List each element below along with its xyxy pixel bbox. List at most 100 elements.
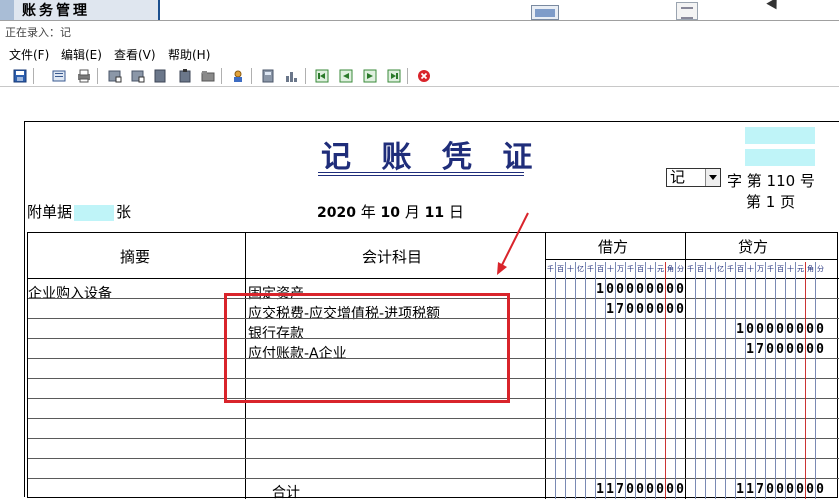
digit-header: 千 — [547, 265, 554, 273]
digit-header: 千 — [587, 265, 594, 273]
digit-header: 十 — [607, 265, 614, 273]
background-app-title: 账务管理 — [22, 3, 90, 19]
credit-amount-digit: 0 — [806, 322, 814, 337]
total-debit-digit: 0 — [666, 482, 674, 497]
user-icon[interactable] — [229, 68, 246, 84]
copy-icon[interactable] — [151, 68, 168, 84]
toolbar-separator — [97, 68, 98, 84]
credit-amount-digit: 0 — [756, 322, 764, 337]
folder-icon[interactable] — [199, 68, 216, 84]
voucher-type-value: 记 — [670, 168, 686, 186]
mouse-cursor-icon — [766, 0, 782, 13]
menu-file[interactable]: 文件(F) — [9, 46, 49, 63]
toolbar-separator — [221, 68, 222, 84]
digit-divider — [805, 262, 806, 499]
attachments-count-field[interactable] — [74, 204, 115, 221]
print-icon[interactable] — [75, 68, 92, 84]
debit-amount-digit: 0 — [646, 302, 654, 317]
delete-row-icon[interactable] — [129, 68, 146, 84]
calculator-icon[interactable] — [259, 68, 276, 84]
total-credit-digit: 7 — [756, 482, 764, 497]
total-debit-digit: 0 — [656, 482, 664, 497]
row-line — [28, 438, 839, 439]
credit-amount-digit: 7 — [756, 342, 764, 357]
total-credit-digit: 1 — [736, 482, 744, 497]
digit-divider — [795, 262, 796, 499]
debit-amount-digit: 0 — [656, 282, 664, 297]
debit-amount-digit: 0 — [666, 302, 674, 317]
digit-header: 十 — [647, 265, 654, 273]
digit-divider — [725, 262, 726, 499]
debit-amount-digit: 0 — [676, 302, 684, 317]
digit-divider — [635, 262, 636, 499]
digit-header: 亿 — [577, 265, 584, 273]
menu-view[interactable]: 查看(V) — [114, 46, 156, 63]
digit-divider — [715, 262, 716, 499]
digit-header: 千 — [767, 265, 774, 273]
credit-header: 贷方 — [738, 238, 769, 256]
date-month[interactable]: 10 — [381, 205, 400, 221]
background-window-thumbnail[interactable] — [531, 5, 559, 20]
date-day[interactable]: 11 — [425, 205, 444, 221]
credit-amount-digit: 1 — [746, 342, 754, 357]
menu-edit[interactable]: 编辑(E) — [61, 46, 102, 63]
header-split-line — [545, 259, 838, 260]
digit-header: 十 — [707, 265, 714, 273]
next-record-icon[interactable] — [361, 68, 378, 84]
digit-header: 元 — [797, 265, 804, 273]
digit-divider — [675, 262, 676, 499]
menu-help[interactable]: 帮助(H) — [168, 46, 210, 63]
digit-header: 百 — [597, 265, 604, 273]
credit-amount-digit: 0 — [766, 322, 774, 337]
date-year[interactable]: 2020 — [317, 205, 356, 221]
debit-amount-digit: 0 — [626, 302, 634, 317]
voucher-window: 正在录入：记 文件(F) 编辑(E) 查看(V) 帮助(H) 记 账 凭 证 记… — [0, 20, 839, 501]
chevron-down-icon[interactable] — [705, 169, 720, 186]
row-line — [28, 458, 839, 459]
credit-amount-digit: 0 — [796, 322, 804, 337]
approval-field[interactable] — [745, 149, 815, 166]
credit-amount-digit: 0 — [816, 322, 824, 337]
save-icon[interactable] — [11, 68, 28, 84]
first-record-icon[interactable] — [313, 68, 330, 84]
close-icon[interactable] — [415, 68, 432, 84]
debit-amount-digit: 0 — [676, 282, 684, 297]
total-credit-digit: 0 — [796, 482, 804, 497]
paste-icon[interactable] — [176, 68, 193, 84]
digit-header: 百 — [637, 265, 644, 273]
background-document-thumbnail[interactable] — [676, 2, 698, 20]
year-unit: 年 — [360, 203, 376, 221]
digit-header: 百 — [697, 265, 704, 273]
preview-icon[interactable] — [50, 68, 67, 84]
insert-row-icon[interactable] — [106, 68, 123, 84]
row-line — [28, 478, 839, 479]
attachments-label: 附单据 — [27, 203, 73, 221]
credit-amount-digit: 0 — [786, 322, 794, 337]
total-debit-digit: 0 — [646, 482, 654, 497]
voucher-title: 记 账 凭 证 — [321, 140, 543, 175]
credit-amount-digit: 0 — [796, 342, 804, 357]
digit-divider — [735, 262, 736, 499]
debit-amount-digit: 7 — [616, 302, 624, 317]
digit-header: 分 — [817, 265, 824, 273]
digit-header: 百 — [557, 265, 564, 273]
digit-divider — [555, 262, 556, 499]
debit-amount-digit: 0 — [626, 282, 634, 297]
prev-record-icon[interactable] — [337, 68, 354, 84]
debit-amount-digit: 0 — [656, 302, 664, 317]
digit-divider — [565, 262, 566, 499]
summary-cell[interactable]: 企业购入设备 — [28, 283, 112, 303]
total-credit-digit: 0 — [776, 482, 784, 497]
toolbar-separator — [33, 68, 34, 84]
last-record-icon[interactable] — [385, 68, 402, 84]
row-line — [28, 278, 839, 279]
menu-bar: 文件(F) 编辑(E) 查看(V) 帮助(H) — [0, 43, 839, 63]
total-credit-digit: 1 — [746, 482, 754, 497]
digit-divider — [645, 262, 646, 499]
digit-divider — [575, 262, 576, 499]
chart-icon[interactable] — [282, 68, 299, 84]
digit-header: 十 — [747, 265, 754, 273]
voucher-type-select[interactable]: 记 — [666, 168, 721, 187]
approval-field[interactable] — [745, 127, 815, 144]
digit-divider — [595, 262, 596, 499]
